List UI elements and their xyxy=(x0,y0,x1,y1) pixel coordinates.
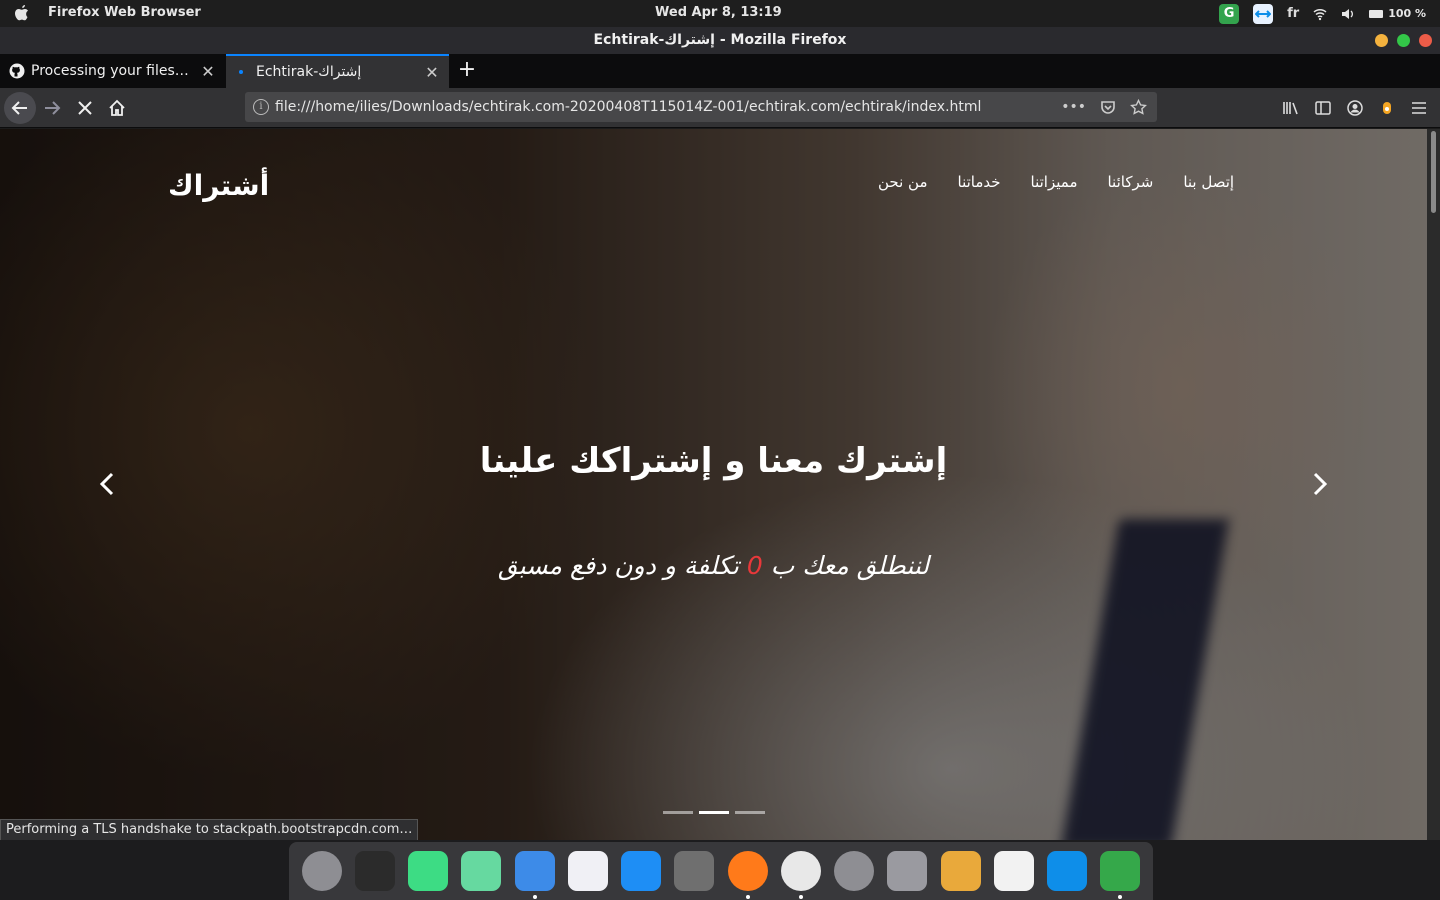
account-icon[interactable] xyxy=(1346,99,1364,117)
carousel-indicator[interactable] xyxy=(735,811,765,814)
tab-echtirak[interactable]: Echtirak-إشتراك ✕ xyxy=(226,54,449,88)
activity-monitor-icon[interactable] xyxy=(993,851,1034,891)
address-bar[interactable]: i file:///home/ilies/Downloads/echtirak.… xyxy=(245,92,1157,122)
new-tab-button[interactable]: + xyxy=(454,58,480,84)
stop-button[interactable] xyxy=(69,92,101,124)
apple-icon[interactable] xyxy=(14,4,30,22)
extension-icon[interactable] xyxy=(1378,99,1396,117)
atom-icon[interactable] xyxy=(461,851,502,891)
gimp-icon[interactable] xyxy=(674,851,715,891)
settings-icon[interactable] xyxy=(834,851,875,891)
navigation-toolbar: i file:///home/ilies/Downloads/echtirak.… xyxy=(0,88,1440,128)
nav-partners[interactable]: شركائنا xyxy=(1107,173,1153,191)
status-panel: Performing a TLS handshake to stackpath.… xyxy=(0,819,419,840)
pocket-icon[interactable] xyxy=(1100,99,1116,115)
keyboard-language[interactable]: fr xyxy=(1287,6,1299,21)
running-indicator xyxy=(1118,895,1123,899)
volume-icon[interactable] xyxy=(1341,7,1355,21)
url-text[interactable]: file:///home/ilies/Downloads/echtirak.co… xyxy=(275,99,1061,115)
tab-label: Processing your files… xyxy=(31,63,189,79)
sidebar-icon[interactable] xyxy=(1314,99,1332,117)
maximize-button[interactable] xyxy=(1397,34,1410,47)
window-title: Echtirak-إشتراك - Mozilla Firefox xyxy=(593,32,847,48)
battery-indicator[interactable]: 100 % xyxy=(1369,7,1426,20)
downloader-icon[interactable] xyxy=(1100,851,1141,899)
battery-percent: 100 % xyxy=(1388,7,1426,20)
launchpad-icon[interactable] xyxy=(301,851,342,891)
site-logo[interactable]: أشتراك xyxy=(168,169,269,202)
teamviewer-tray-icon[interactable] xyxy=(1253,3,1274,24)
page-actions-icon[interactable]: ••• xyxy=(1061,99,1086,115)
grammarly-icon[interactable]: G xyxy=(1219,3,1240,24)
teamviewer-icon[interactable] xyxy=(1047,851,1088,891)
active-app-name[interactable]: Firefox Web Browser xyxy=(48,5,201,20)
loading-indicator-icon xyxy=(239,70,243,74)
arrow-left-icon xyxy=(11,101,27,115)
xcode-tools-icon[interactable] xyxy=(940,851,981,891)
terminal-icon[interactable] xyxy=(354,851,395,891)
chrome-icon[interactable] xyxy=(780,851,821,899)
forward-button[interactable] xyxy=(36,92,68,124)
nav-contact[interactable]: إتصل بنا xyxy=(1183,173,1234,191)
finder-icon[interactable] xyxy=(514,851,555,899)
system-preferences-icon[interactable] xyxy=(887,851,928,891)
site-nav: إتصل بنا شركائنا مميزاتنا خدماتنا من نحن xyxy=(878,173,1234,191)
scrollbar-thumb[interactable] xyxy=(1431,131,1436,213)
tab-strip: Processing your files… ✕ Echtirak-إشتراك… xyxy=(0,54,1440,88)
home-icon xyxy=(109,99,125,116)
back-button[interactable] xyxy=(4,92,36,124)
close-tab-icon[interactable]: ✕ xyxy=(421,63,443,82)
bookmark-star-icon[interactable] xyxy=(1130,98,1147,116)
running-indicator xyxy=(798,895,803,899)
toolbar-icons xyxy=(1282,88,1440,128)
clock[interactable]: Wed Apr 8, 13:19 xyxy=(655,5,782,20)
hero-overlay xyxy=(0,129,1427,840)
hero-subheadline: لننطلق معك ب 0 تكلفة و دون دفع مسبق xyxy=(0,551,1427,580)
github-icon xyxy=(9,63,25,79)
close-tab-icon[interactable]: ✕ xyxy=(197,62,219,81)
home-button[interactable] xyxy=(101,92,133,124)
battery-icon xyxy=(1369,9,1384,18)
close-window-button[interactable] xyxy=(1419,34,1432,47)
system-tray: G fr 100 % xyxy=(1219,2,1426,25)
carousel-indicators xyxy=(663,811,765,814)
app-store-icon[interactable] xyxy=(621,851,662,891)
itunes-icon[interactable] xyxy=(567,851,608,891)
nav-about[interactable]: من نحن xyxy=(878,173,928,191)
page-viewport: أشتراك إتصل بنا شركائنا مميزاتنا خدماتنا… xyxy=(0,129,1427,840)
running-indicator xyxy=(532,895,537,899)
nav-services[interactable]: خدماتنا xyxy=(958,173,1001,191)
subline-end: تكلفة و دون دفع مسبق xyxy=(497,551,747,580)
arrow-right-icon xyxy=(45,101,61,115)
stop-icon xyxy=(78,101,92,115)
running-indicator xyxy=(745,895,750,899)
dock xyxy=(289,842,1153,900)
tab-label: Echtirak-إشتراك xyxy=(256,64,362,80)
library-icon[interactable] xyxy=(1282,99,1300,117)
wifi-icon[interactable] xyxy=(1313,7,1327,21)
system-menu-bar: Firefox Web Browser Wed Apr 8, 13:19 G f… xyxy=(0,0,1440,27)
android-studio-icon[interactable] xyxy=(408,851,449,891)
hamburger-menu-icon[interactable] xyxy=(1410,99,1428,117)
site-info-icon[interactable]: i xyxy=(253,99,269,115)
subline-start: لننطلق معك ب xyxy=(762,551,930,580)
carousel-indicator-active[interactable] xyxy=(699,811,729,814)
nav-features[interactable]: مميزاتنا xyxy=(1031,173,1078,191)
tab-processing-files[interactable]: Processing your files… ✕ xyxy=(0,54,225,88)
hero-headline: إشترك معنا و إشتراكك علينا xyxy=(479,441,948,481)
page-scrollbar[interactable] xyxy=(1427,129,1440,840)
minimize-button[interactable] xyxy=(1375,34,1388,47)
carousel-indicator[interactable] xyxy=(663,811,693,814)
subline-zero: 0 xyxy=(746,551,763,580)
firefox-icon[interactable] xyxy=(727,851,768,899)
window-title-bar: Echtirak-إشتراك - Mozilla Firefox xyxy=(0,27,1440,54)
